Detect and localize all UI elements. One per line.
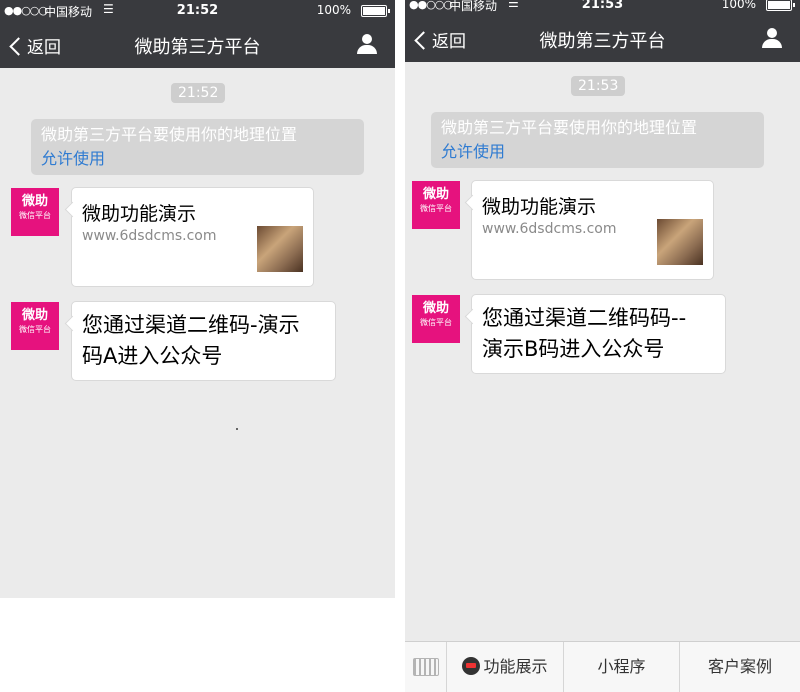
- profile-icon[interactable]: [762, 28, 782, 48]
- link-card[interactable]: 微助功能演示 www.6dsdcms.com: [71, 187, 314, 287]
- menu-item-cases[interactable]: 客户案例: [680, 642, 800, 692]
- avatar[interactable]: 微助 微信平台: [11, 302, 59, 350]
- chat-title: 微助第三方平台: [539, 31, 666, 52]
- keyboard-icon: [413, 658, 439, 676]
- location-permission-message: 微助第三方平台要使用你的地理位置 允许使用: [431, 112, 764, 168]
- allow-location-link[interactable]: 允许使用: [441, 140, 754, 164]
- message-line: 您通过渠道二维码-演示: [82, 313, 300, 337]
- avatar[interactable]: 微助 微信平台: [412, 295, 460, 343]
- message-line: 演示B码进入公众号: [482, 337, 665, 361]
- avatar-subtitle: 微信平台: [420, 318, 452, 327]
- allow-location-link[interactable]: 允许使用: [41, 147, 354, 171]
- train-icon: [462, 657, 481, 675]
- text-message: 您通过渠道二维码-演示 码A进入公众号: [71, 301, 336, 381]
- avatar-title: 微助: [21, 194, 48, 209]
- avatar[interactable]: 微助 微信平台: [11, 188, 59, 236]
- avatar-title: 微助: [422, 187, 449, 202]
- menu-item-mini-program[interactable]: 小程序: [564, 642, 680, 692]
- menu-item-label: 小程序: [597, 657, 646, 676]
- card-thumbnail: [657, 219, 703, 265]
- card-title: 微助功能演示: [482, 196, 597, 218]
- battery-icon: [361, 5, 390, 17]
- system-message-text: 微助第三方平台要使用你的地理位置: [41, 125, 298, 144]
- speck: [236, 428, 238, 430]
- location-permission-message: 微助第三方平台要使用你的地理位置 允许使用: [31, 119, 364, 175]
- status-bar: ●●○○○ 中国移动 ☰ 21:53 100%: [405, 0, 800, 16]
- chat-screen-right: ●●○○○ 中国移动 ☰ 21:53 100% 返回 微助第三方平台 21:53…: [405, 0, 800, 692]
- chat-title: 微助第三方平台: [134, 37, 261, 58]
- card-title: 微助功能演示: [82, 203, 197, 225]
- message-timestamp: 21:52: [171, 83, 226, 103]
- custom-menu-bar: 功能展示 小程序 客户案例: [405, 641, 800, 692]
- message-timestamp: 21:53: [571, 76, 626, 96]
- card-thumbnail: [257, 226, 303, 272]
- battery-icon: [766, 0, 795, 11]
- card-url: www.6dsdcms.com: [482, 221, 617, 237]
- avatar-title: 微助: [21, 308, 48, 323]
- nav-bar: 返回 微助第三方平台: [0, 22, 395, 68]
- avatar-subtitle: 微信平台: [19, 211, 51, 220]
- battery-percent: 100%: [316, 3, 351, 17]
- avatar-subtitle: 微信平台: [420, 204, 452, 213]
- text-message: 您通过渠道二维码码-- 演示B码进入公众号: [471, 294, 726, 374]
- profile-icon[interactable]: [357, 34, 377, 54]
- avatar[interactable]: 微助 微信平台: [412, 181, 460, 229]
- battery-percent: 100%: [721, 0, 756, 11]
- card-url: www.6dsdcms.com: [82, 228, 217, 244]
- menu-item-label: 客户案例: [707, 657, 772, 676]
- system-message-text: 微助第三方平台要使用你的地理位置: [441, 118, 698, 137]
- link-card[interactable]: 微助功能演示 www.6dsdcms.com: [471, 180, 714, 280]
- menu-item-features[interactable]: 功能展示: [447, 642, 564, 692]
- avatar-title: 微助: [422, 301, 449, 316]
- menu-item-label: 功能展示: [483, 657, 548, 676]
- message-line: 码A进入公众号: [82, 344, 223, 368]
- message-line: 您通过渠道二维码码--: [482, 306, 687, 330]
- keyboard-toggle[interactable]: [405, 642, 447, 692]
- status-bar: ●●○○○ 中国移动 ☰ 21:52 100%: [0, 0, 395, 22]
- avatar-subtitle: 微信平台: [19, 325, 51, 334]
- nav-bar: 返回 微助第三方平台: [405, 16, 800, 62]
- chat-screen-left: ●●○○○ 中国移动 ☰ 21:52 100% 返回 微助第三方平台 21:52…: [0, 0, 395, 598]
